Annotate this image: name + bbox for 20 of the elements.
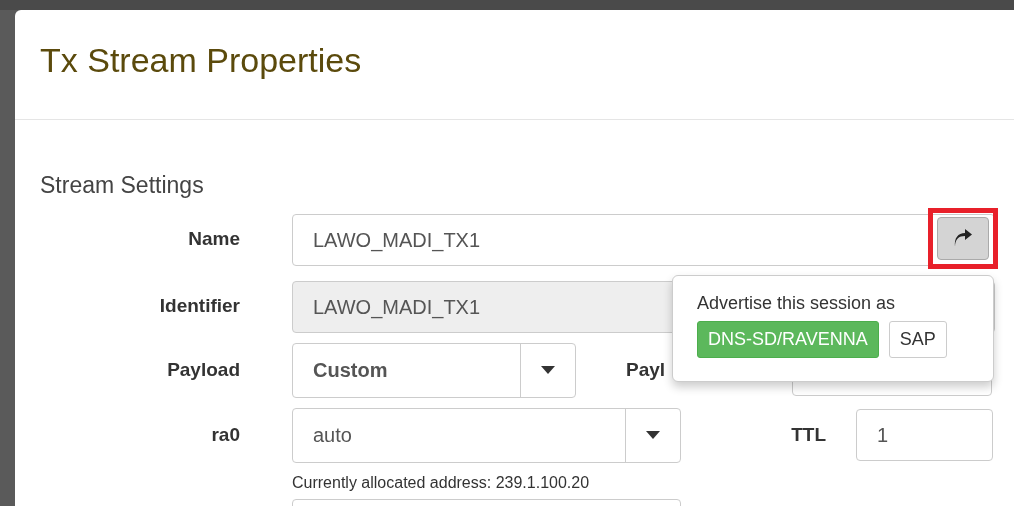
field-label: Identifier [158,294,240,319]
caret-icon [646,431,660,440]
help-text: Currently allocated address: 239.1.100.20 [292,472,591,493]
advertise-option[interactable]: SAP [888,321,947,358]
ttl-field[interactable]: 1 [856,409,993,462]
name-field[interactable]: LAWO_MADI_TX1 [292,213,995,266]
caret-icon [541,366,555,375]
modal-title: Tx Stream Properties [40,40,363,81]
field-label: Name [187,227,240,252]
field-label: ra0 [210,422,240,447]
interface-select[interactable]: auto [292,407,681,463]
select-value: auto [313,423,352,449]
field-label: TTL [790,422,826,447]
section-title: Stream Settings [40,172,205,200]
payload-select[interactable]: Custom [292,342,576,398]
field-label: Payload [166,357,240,382]
select-value: Custom [313,358,388,384]
popover-text: Advertise this session as [697,292,897,315]
share-button[interactable] [937,216,989,260]
field-label: Payl [626,357,667,382]
